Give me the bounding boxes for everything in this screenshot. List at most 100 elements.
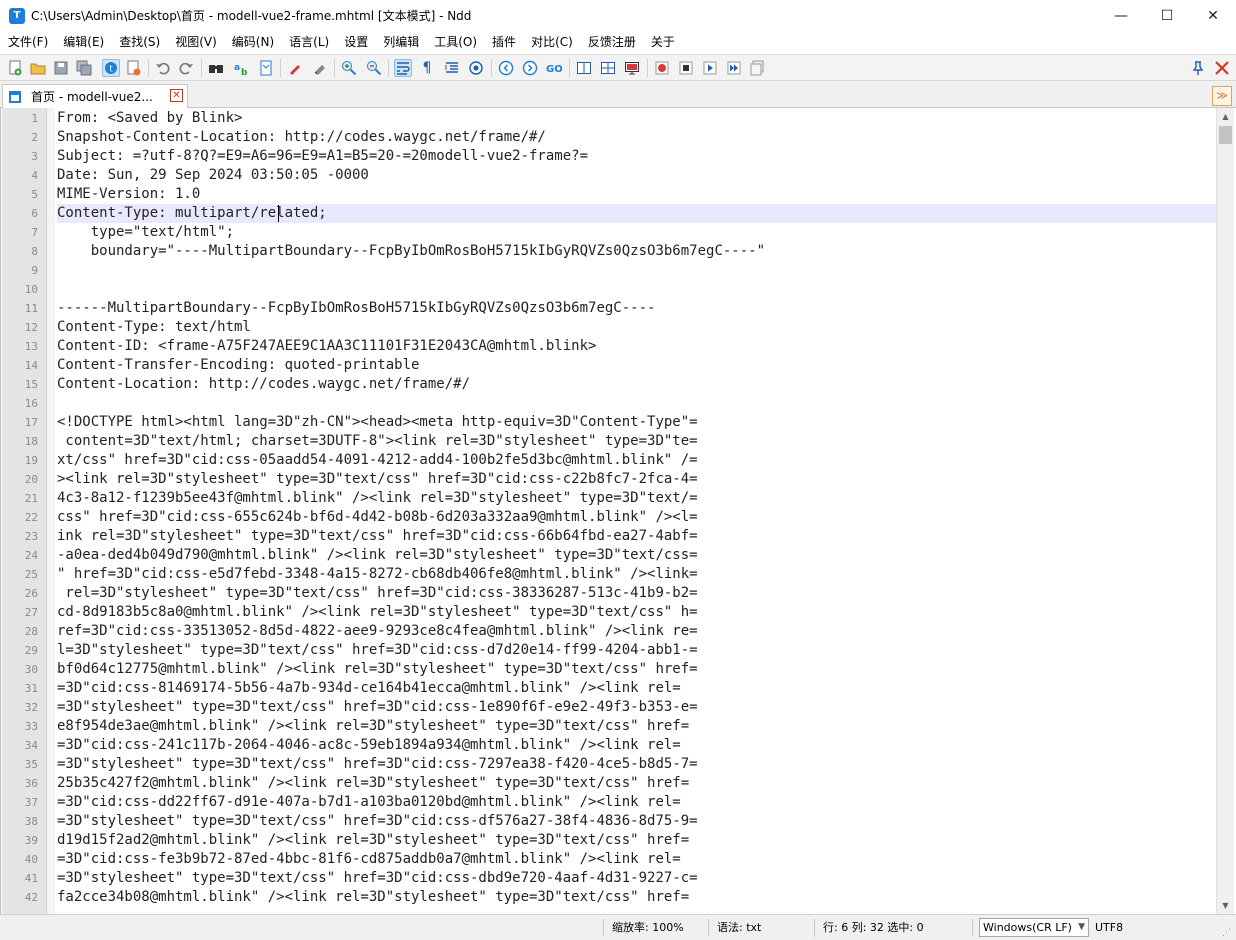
bookmark-icon[interactable]: [257, 59, 275, 77]
show-symbols-icon[interactable]: ¶: [418, 59, 436, 77]
menu-encoding[interactable]: 编码(N): [224, 31, 281, 54]
close-file-icon[interactable]: [125, 59, 143, 77]
menu-file[interactable]: 文件(F): [0, 31, 55, 54]
undo-icon[interactable]: [154, 59, 172, 77]
svg-text:a: a: [234, 63, 240, 73]
tab-file[interactable]: 首页 - modell-vue2... ✕: [2, 84, 188, 108]
line-number: 5: [31, 188, 38, 201]
menu-view[interactable]: 视图(V): [167, 31, 224, 54]
line-number: 27: [24, 606, 38, 619]
goto-icon[interactable]: GO: [545, 59, 563, 77]
play-macro-icon[interactable]: [701, 59, 719, 77]
file-tab-icon: [8, 90, 22, 104]
prev-icon[interactable]: [497, 59, 515, 77]
close-window-button[interactable]: ✕: [1190, 0, 1236, 31]
marker-icon[interactable]: [286, 59, 304, 77]
line-number: 29: [24, 644, 38, 657]
app-icon: T: [9, 7, 25, 24]
redo-icon[interactable]: [177, 59, 195, 77]
stop-macro-icon[interactable]: [677, 59, 695, 77]
scroll-thumb[interactable]: [1219, 126, 1232, 144]
zoom-out-icon[interactable]: [365, 59, 383, 77]
text-mode-icon[interactable]: t: [102, 59, 120, 77]
menu-language[interactable]: 语言(L): [281, 31, 336, 54]
replace-icon[interactable]: ab: [232, 59, 250, 77]
line-number: 3: [31, 150, 38, 163]
code-line: ref=3D"cid:css-33513052-8d5d-4822-aee9-9…: [57, 623, 698, 639]
minimize-button[interactable]: —: [1098, 0, 1144, 31]
scroll-down-icon[interactable]: ▼: [1217, 897, 1234, 914]
vertical-scrollbar[interactable]: ▲ ▼: [1216, 108, 1234, 914]
code-line: 25b35c427f2@mhtml.blink" /><link rel=3D"…: [57, 775, 690, 791]
find-icon[interactable]: [207, 59, 225, 77]
tab-list-dropdown-icon[interactable]: ≫: [1212, 86, 1232, 106]
maximize-button[interactable]: ☐: [1144, 0, 1190, 31]
line-number: 19: [24, 454, 38, 467]
split-vertical-icon[interactable]: [599, 59, 617, 77]
zoom-in-icon[interactable]: [340, 59, 358, 77]
line-number: 31: [24, 682, 38, 695]
code-line: xt/css" href=3D"cid:css-05aadd54-4091-42…: [57, 452, 698, 468]
menu-bar: 文件(F) 编辑(E) 查找(S) 视图(V) 编码(N) 语言(L) 设置 列…: [0, 31, 1236, 54]
eol-value: Windows(CR LF): [983, 921, 1072, 934]
menu-edit[interactable]: 编辑(E): [55, 31, 111, 54]
line-number: 14: [24, 359, 38, 372]
scroll-up-icon[interactable]: ▲: [1217, 108, 1234, 125]
monitor-icon[interactable]: [623, 59, 641, 77]
menu-plugins[interactable]: 插件: [484, 31, 523, 54]
save-icon[interactable]: [52, 59, 70, 77]
line-number: 13: [24, 340, 38, 353]
record-macro-icon[interactable]: [653, 59, 671, 77]
line-number: 35: [24, 758, 38, 771]
title-bar: T C:\Users\Admin\Desktop\首页 - modell-vue…: [0, 0, 1236, 31]
close-red-icon[interactable]: [1213, 59, 1231, 77]
line-number: 1: [31, 112, 38, 125]
fold-margin: [47, 108, 55, 914]
line-number: 40: [24, 853, 38, 866]
pin-icon[interactable]: [1189, 59, 1207, 77]
next-icon[interactable]: [521, 59, 539, 77]
code-line: Content-Location: http://codes.waygc.net…: [57, 376, 471, 392]
code-line: bf0d64c12775@mhtml.blink" /><link rel=3D…: [57, 661, 698, 677]
line-number: 22: [24, 511, 38, 524]
split-horizontal-icon[interactable]: [575, 59, 593, 77]
menu-compare[interactable]: 对比(C): [523, 31, 580, 54]
save-macro-icon[interactable]: [749, 59, 767, 77]
menu-about[interactable]: 关于: [643, 31, 682, 54]
menu-search[interactable]: 查找(S): [111, 31, 167, 54]
code-line: Subject: =?utf-8?Q?=E9=A6=96=E9=A1=B5=20…: [57, 148, 589, 164]
menu-settings[interactable]: 设置: [336, 31, 375, 54]
menu-feedback[interactable]: 反馈注册: [580, 31, 643, 54]
menu-tools[interactable]: 工具(O): [426, 31, 484, 54]
code-line: rel=3D"stylesheet" type=3D"text/css" hre…: [57, 585, 698, 601]
resize-grip-icon[interactable]: ⋰: [1222, 927, 1234, 939]
eol-select[interactable]: Windows(CR LF) ▼: [979, 918, 1089, 937]
tab-close-icon[interactable]: ✕: [170, 89, 183, 102]
line-number: 9: [31, 264, 38, 277]
status-encoding: UTF8: [1095, 921, 1124, 934]
code-line: =3D"stylesheet" type=3D"text/css" href=3…: [57, 870, 698, 886]
save-all-icon[interactable]: [75, 59, 93, 77]
code-area[interactable]: From: <Saved by Blink> Snapshot-Content-L…: [57, 108, 1217, 914]
code-line: e8f954de3ae@mhtml.blink" /><link rel=3D"…: [57, 718, 690, 734]
chevron-down-icon: ▼: [1078, 922, 1085, 932]
code-line: =3D"stylesheet" type=3D"text/css" href=3…: [57, 756, 698, 772]
code-line: =3D"cid:css-dd22ff67-d91e-407a-b7d1-a103…: [57, 794, 681, 810]
open-file-icon[interactable]: [29, 59, 47, 77]
code-line: " href=3D"cid:css-e5d7febd-3348-4a15-827…: [57, 566, 698, 582]
target-icon[interactable]: [467, 59, 485, 77]
word-wrap-icon[interactable]: [394, 59, 412, 77]
line-number: 34: [24, 739, 38, 752]
code-line: l=3D"stylesheet" type=3D"text/css" href=…: [57, 642, 698, 658]
new-file-icon[interactable]: [6, 59, 24, 77]
code-line: Content-Type: multipart/related;: [57, 205, 327, 221]
run-macro-multiple-icon[interactable]: [725, 59, 743, 77]
eraser-icon[interactable]: [311, 59, 329, 77]
line-number: 42: [24, 891, 38, 904]
line-number: 36: [24, 777, 38, 790]
line-number: 26: [24, 587, 38, 600]
line-number: 39: [24, 834, 38, 847]
menu-column-edit[interactable]: 列编辑: [375, 31, 426, 54]
text-editor[interactable]: 1 2 3 4 5 6 7 8 9 10 11 12 13 14 15 16 17 18 19 20 21 22 23 24 2…: [0, 108, 1236, 914]
indent-guide-icon[interactable]: [443, 59, 461, 77]
